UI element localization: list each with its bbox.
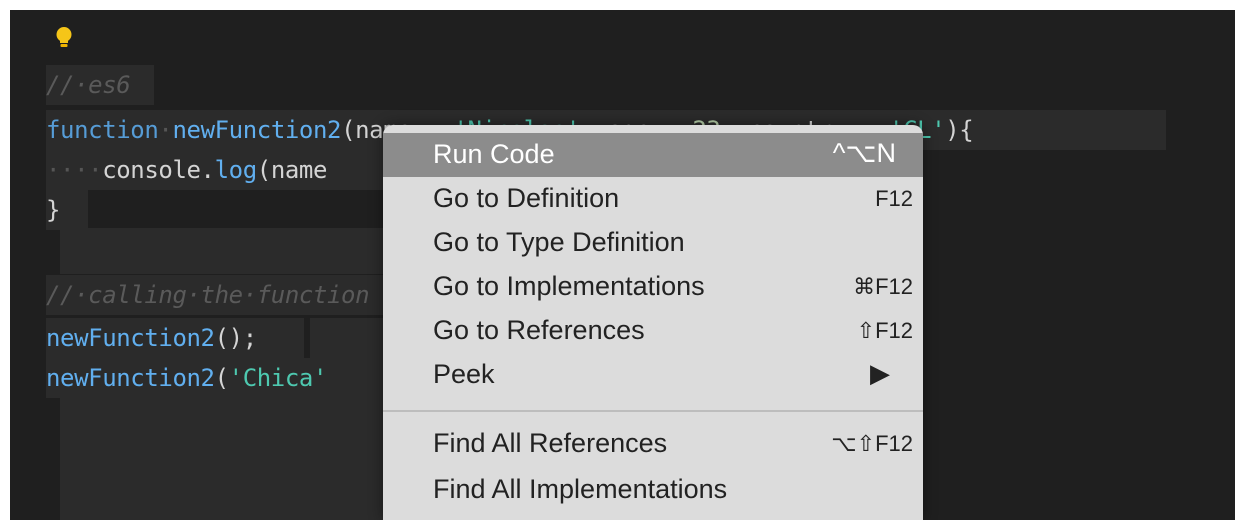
selection-highlight <box>310 318 390 358</box>
menu-item-label: Run Code <box>433 139 555 169</box>
lightbulb-icon[interactable] <box>54 26 74 48</box>
menu-item-shortcut: ⌘F12 <box>853 274 913 299</box>
menu-item-shortcut: ⇧F12 <box>856 318 913 343</box>
menu-item-go-to-references[interactable]: Go to References ⇧F12 <box>383 309 923 353</box>
menu-item-go-to-type-definition[interactable]: Go to Type Definition <box>383 221 923 265</box>
code-line-call-1: newFunction2(); <box>46 318 257 358</box>
chevron-right-icon: ▶ <box>870 358 890 388</box>
menu-item-label: Go to Type Definition <box>433 227 685 257</box>
indent-guide: ···· <box>46 156 103 184</box>
code-line-call-2: newFunction2('Chica' <box>46 358 327 398</box>
menu-item-shortcut: F12 <box>875 186 913 211</box>
selection-highlight <box>60 398 390 520</box>
selection-highlight <box>60 228 390 274</box>
menu-item-label: Peek <box>433 359 495 389</box>
menu-item-label: Go to References <box>433 315 645 345</box>
function-call-name: newFunction2 <box>46 324 215 352</box>
code-comment: //·es6 <box>46 71 131 99</box>
code-comment: //·calling·the·function <box>46 281 370 309</box>
menu-item-label: Go to Definition <box>433 183 620 213</box>
menu-item-label: Find All References <box>433 428 668 458</box>
menu-item-label: Go to Implementations <box>433 271 705 301</box>
menu-separator <box>383 410 923 412</box>
menu-item-find-all-references[interactable]: Find All References ⌥⇧F12 <box>383 422 923 466</box>
string-literal: 'Chica' <box>228 364 328 392</box>
menu-item-go-to-implementations[interactable]: Go to Implementations ⌘F12 <box>383 265 923 309</box>
function-call-name: newFunction2 <box>46 364 215 392</box>
code-line-console-log: ····console.log(name <box>46 150 327 190</box>
menu-item-run-code[interactable]: Run Code ^⌥N <box>383 133 923 177</box>
param-text: ){ <box>945 116 974 144</box>
keyword-function: function <box>46 116 159 144</box>
menu-item-find-all-implementations[interactable]: Find All Implementations <box>383 468 923 512</box>
call-args: ( <box>214 364 229 392</box>
code-line-close-brace: } <box>46 196 61 224</box>
method-name: log <box>214 156 258 184</box>
console-object: console. <box>102 156 215 184</box>
menu-item-label: Find All Implementations <box>433 474 728 504</box>
call-args: (name <box>256 156 328 184</box>
menu-item-shortcut: ^⌥N <box>832 138 896 168</box>
context-menu: Run Code ^⌥N Go to Definition F12 Go to … <box>383 125 923 520</box>
menu-item-go-to-definition[interactable]: Go to Definition F12 <box>383 177 923 221</box>
function-name: newFunction2 <box>172 116 342 144</box>
menu-item-peek[interactable]: Peek ▶ <box>383 353 923 397</box>
menu-item-shortcut: ⌥⇧F12 <box>831 431 913 456</box>
call-args: (); <box>214 324 258 352</box>
